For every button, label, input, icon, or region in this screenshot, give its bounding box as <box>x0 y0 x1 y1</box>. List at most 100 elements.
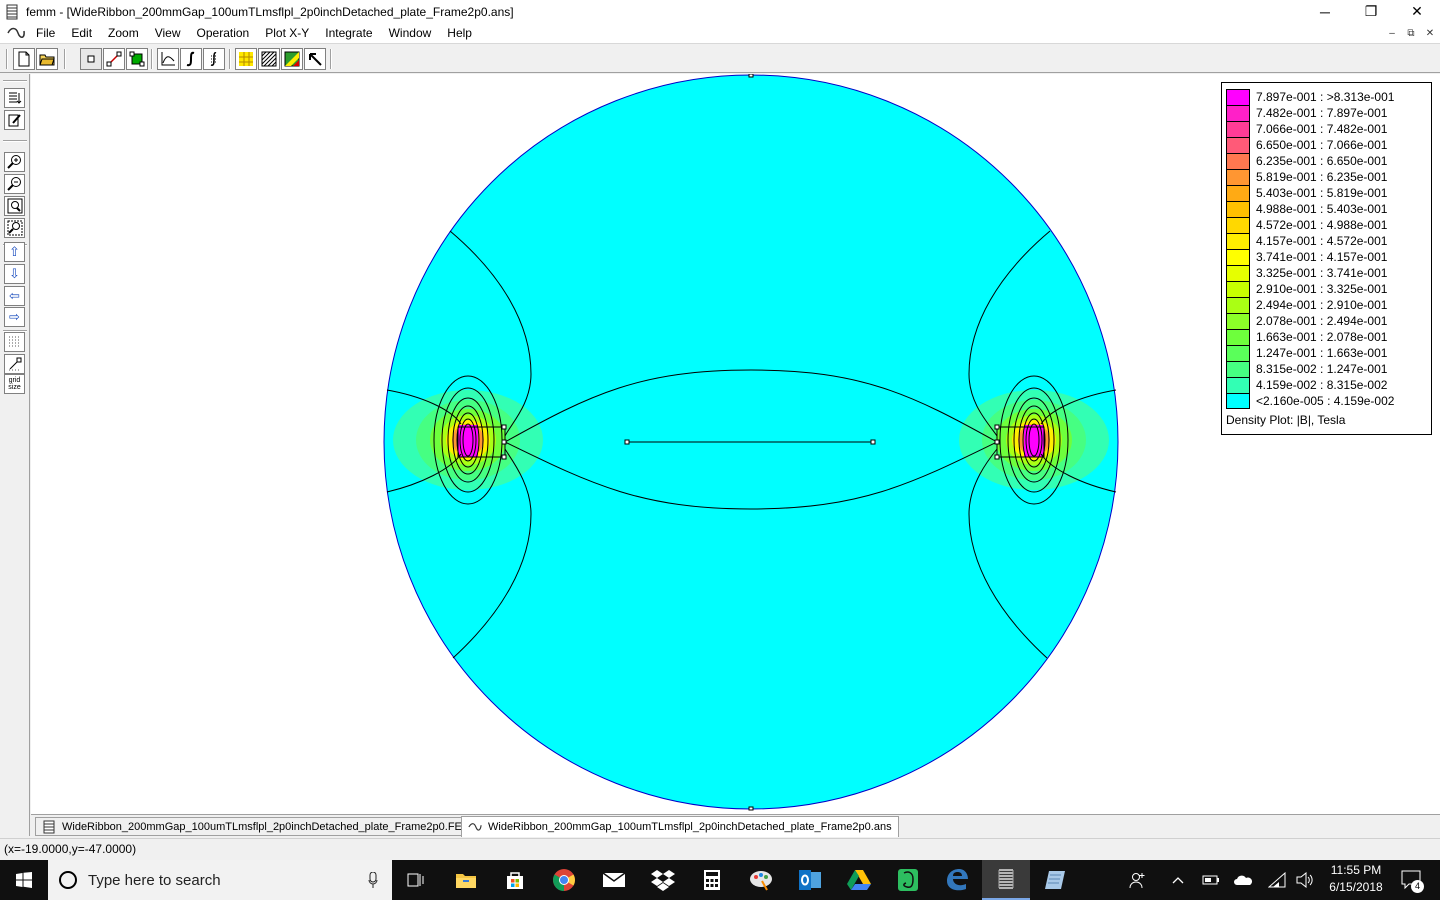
notification-count: 4 <box>1411 880 1424 893</box>
status-bar: (x=-19.0000,y=-47.0000) <box>0 838 1440 860</box>
zoom-window-button[interactable] <box>4 218 25 238</box>
block-integral-button[interactable] <box>203 48 225 70</box>
menu-file[interactable]: File <box>28 23 63 43</box>
search-placeholder: Type here to search <box>88 871 221 889</box>
snap-grid-button[interactable] <box>4 354 25 374</box>
tab-fem-file[interactable]: WideRibbon_200mmGap_100umTLmsflpl_2p0inc… <box>35 817 479 836</box>
menu-zoom[interactable]: Zoom <box>100 23 147 43</box>
menu-window[interactable]: Window <box>381 23 440 43</box>
task-view-icon <box>407 873 424 887</box>
pan-right-icon: ⇨ <box>9 309 20 324</box>
dropbox-icon <box>651 870 675 891</box>
show-grid-button[interactable] <box>4 332 25 352</box>
pan-down-button[interactable]: ⇩ <box>4 264 25 284</box>
people-button[interactable] <box>1124 860 1152 900</box>
file-explorer-button[interactable] <box>442 860 490 900</box>
battery-button[interactable] <box>1198 860 1224 900</box>
menu-integrate[interactable]: Integrate <box>317 23 380 43</box>
legend-row: <2.160e-005 : 4.159e-002 <box>1226 393 1394 409</box>
legend-label: 2.494e-001 : 2.910e-001 <box>1256 298 1388 312</box>
chrome-button[interactable] <box>540 860 588 900</box>
legend-swatch <box>1226 105 1250 121</box>
notepad-icon <box>1045 871 1065 889</box>
legend-label: 1.247e-001 : 1.663e-001 <box>1256 346 1388 360</box>
store-button[interactable] <box>491 860 539 900</box>
onedrive-button[interactable] <box>1230 860 1256 900</box>
mail-icon <box>602 872 626 887</box>
legend-row: 7.482e-001 : 7.897e-001 <box>1226 105 1387 121</box>
close-button[interactable]: ✕ <box>1394 0 1440 23</box>
evernote-button[interactable] <box>884 860 932 900</box>
calculator-button[interactable] <box>688 860 736 900</box>
zoom-natural-button[interactable] <box>4 196 25 216</box>
new-file-icon <box>18 51 30 67</box>
show-mesh-button[interactable] <box>235 48 257 70</box>
plot-xy-button[interactable] <box>157 48 179 70</box>
microphone-icon[interactable] <box>368 872 378 888</box>
tab-ans-file[interactable]: WideRibbon_200mmGap_100umTLmsflpl_2p0inc… <box>461 816 899 837</box>
system-clock[interactable]: 11:55 PM 6/15/2018 <box>1318 862 1394 896</box>
mail-button[interactable] <box>590 860 638 900</box>
femm-button[interactable] <box>982 860 1030 900</box>
google-drive-button[interactable] <box>835 860 883 900</box>
outlook-icon <box>799 870 821 890</box>
legend-row: 3.325e-001 : 3.741e-001 <box>1226 265 1387 281</box>
clock-time: 11:55 PM <box>1330 863 1382 877</box>
edit-button[interactable] <box>4 110 25 130</box>
pan-right-button[interactable]: ⇨ <box>4 307 25 327</box>
evernote-icon <box>898 869 918 891</box>
edge-button[interactable] <box>933 860 981 900</box>
legend-row: 4.157e-001 : 4.572e-001 <box>1226 233 1387 249</box>
show-hidden-icons-button[interactable] <box>1166 860 1190 900</box>
plot-canvas[interactable]: 7.897e-001 : >8.313e-001 7.482e-001 : 7.8… <box>31 74 1440 814</box>
search-box[interactable]: Type here to search <box>48 860 392 900</box>
contour-mode-icon <box>106 51 122 67</box>
paint-button[interactable] <box>737 860 785 900</box>
show-results-button[interactable] <box>4 88 25 108</box>
grid-size-button[interactable]: grid size <box>4 374 25 394</box>
action-center-button[interactable]: 4 <box>1396 860 1428 900</box>
line-integral-button[interactable] <box>180 48 202 70</box>
point-mode-button[interactable] <box>80 48 102 70</box>
volume-button[interactable] <box>1292 860 1318 900</box>
menu-operation[interactable]: Operation <box>189 23 258 43</box>
dropbox-button[interactable] <box>639 860 687 900</box>
legend-swatch <box>1226 89 1250 105</box>
title-bar: femm - [WideRibbon_200mmGap_100umTLmsflp… <box>0 0 1440 23</box>
menu-view[interactable]: View <box>147 23 189 43</box>
menu-plot-xy[interactable]: Plot X-Y <box>257 23 317 43</box>
maximize-button[interactable]: ❐ <box>1348 0 1394 23</box>
contour-mode-button[interactable] <box>103 48 125 70</box>
chrome-icon <box>553 869 575 891</box>
toolbar-separator <box>330 49 332 69</box>
mdi-close-button[interactable]: ✕ <box>1422 26 1438 40</box>
file-explorer-icon <box>456 874 476 888</box>
start-button[interactable] <box>0 860 48 900</box>
wifi-button[interactable] <box>1264 860 1290 900</box>
open-file-button[interactable] <box>36 48 58 70</box>
arrow-button[interactable] <box>304 48 326 70</box>
legend-row: 1.247e-001 : 1.663e-001 <box>1226 345 1387 361</box>
area-mode-button[interactable] <box>126 48 148 70</box>
density-plot-button[interactable] <box>281 48 303 70</box>
outlook-button[interactable] <box>786 860 834 900</box>
menu-help[interactable]: Help <box>439 23 480 43</box>
legend-swatch <box>1226 185 1250 201</box>
hatch-button[interactable] <box>258 48 280 70</box>
zoom-out-button[interactable] <box>4 174 25 194</box>
results-icon <box>7 27 25 38</box>
legend-swatch <box>1226 361 1250 377</box>
mdi-restore-button[interactable]: ⧉ <box>1403 26 1419 40</box>
coil-icon <box>43 820 55 833</box>
notepad-button[interactable] <box>1031 860 1079 900</box>
paint-icon <box>750 871 772 891</box>
legend-swatch <box>1226 377 1250 393</box>
zoom-in-button[interactable] <box>4 152 25 172</box>
task-view-button[interactable] <box>392 860 440 900</box>
mdi-minimize-button[interactable]: – <box>1384 26 1400 40</box>
pan-up-button[interactable]: ⇧ <box>4 242 25 262</box>
pan-left-button[interactable]: ⇦ <box>4 286 25 306</box>
menu-edit[interactable]: Edit <box>63 23 100 43</box>
new-file-button[interactable] <box>13 48 35 70</box>
minimize-button[interactable]: ─ <box>1302 0 1348 23</box>
